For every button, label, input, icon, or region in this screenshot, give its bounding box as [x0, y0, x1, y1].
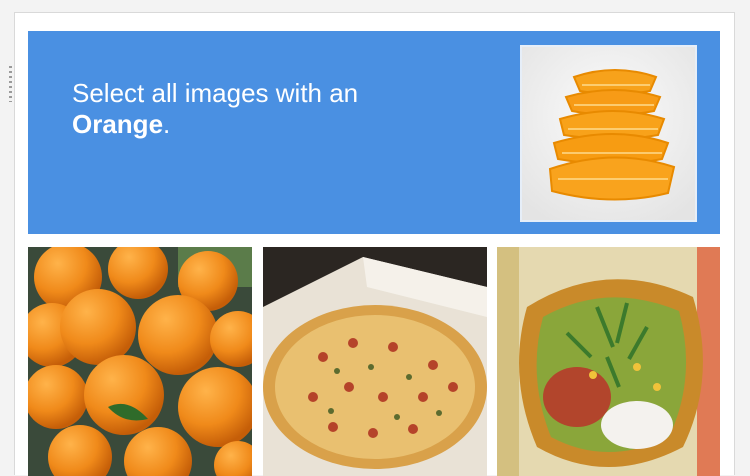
challenge-prompt: Select all images with an Orange.: [72, 78, 472, 140]
image-tile-1[interactable]: [28, 247, 252, 476]
drag-handle: [9, 66, 12, 102]
oranges-image: [28, 247, 252, 476]
taco-salad-image: [497, 247, 720, 476]
image-tile-2[interactable]: [263, 247, 487, 476]
orange-slices-image: [522, 47, 695, 220]
instruction-text: Select all images with an: [72, 78, 359, 108]
pizza-image: [263, 247, 487, 476]
prompt-period: .: [163, 109, 171, 139]
challenge-header: Select all images with an Orange.: [28, 31, 720, 234]
target-word: Orange: [72, 109, 164, 139]
image-tile-3[interactable]: [497, 247, 720, 476]
captcha-panel: Select all images with an Orange.: [14, 12, 735, 476]
sample-image: [520, 45, 697, 222]
